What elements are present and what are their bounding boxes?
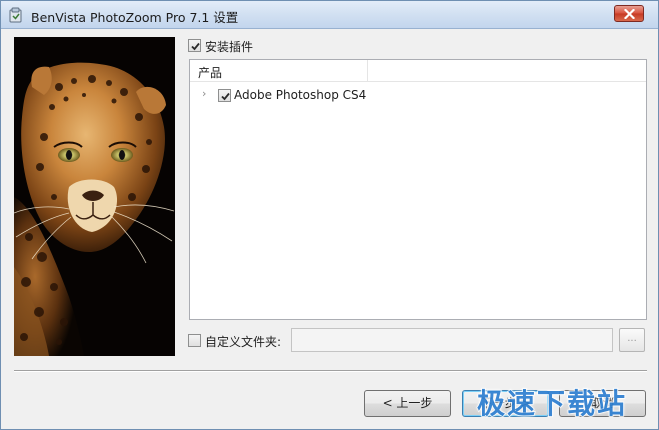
setup-window: BenVista PhotoZoom Pro 7.1 设置 安装插件 产品 › … <box>0 0 659 430</box>
custom-folder-input[interactable] <box>291 328 613 352</box>
custom-folder-checkbox[interactable] <box>188 334 201 347</box>
install-plugins-checkbox[interactable] <box>188 39 201 52</box>
back-button[interactable]: < 上一步 <box>364 390 451 417</box>
checkmark-icon <box>221 92 230 101</box>
chevron-right-icon[interactable]: › <box>202 87 206 100</box>
checkmark-icon <box>191 42 200 51</box>
window-title: BenVista PhotoZoom Pro 7.1 设置 <box>31 10 239 25</box>
leopard-banner-image <box>14 37 175 356</box>
title-bar: BenVista PhotoZoom Pro 7.1 设置 <box>1 1 658 29</box>
custom-folder-label: 自定义文件夹: <box>205 335 282 349</box>
installer-icon <box>7 6 25 24</box>
divider <box>14 370 647 372</box>
list-item[interactable]: › Adobe Photoshop CS4 <box>190 85 646 105</box>
product-list[interactable]: 产品 › Adobe Photoshop CS4 <box>189 59 647 320</box>
product-label: Adobe Photoshop CS4 <box>234 88 367 102</box>
column-header-product[interactable]: 产品 <box>190 60 368 81</box>
install-plugins-label: 安装插件 <box>205 40 254 54</box>
close-icon <box>624 9 635 19</box>
browse-button[interactable]: ... <box>619 328 645 352</box>
product-checkbox[interactable] <box>218 89 231 102</box>
watermark: 极速下载站 <box>476 386 628 421</box>
list-header: 产品 <box>190 60 646 82</box>
close-button[interactable] <box>614 5 644 22</box>
